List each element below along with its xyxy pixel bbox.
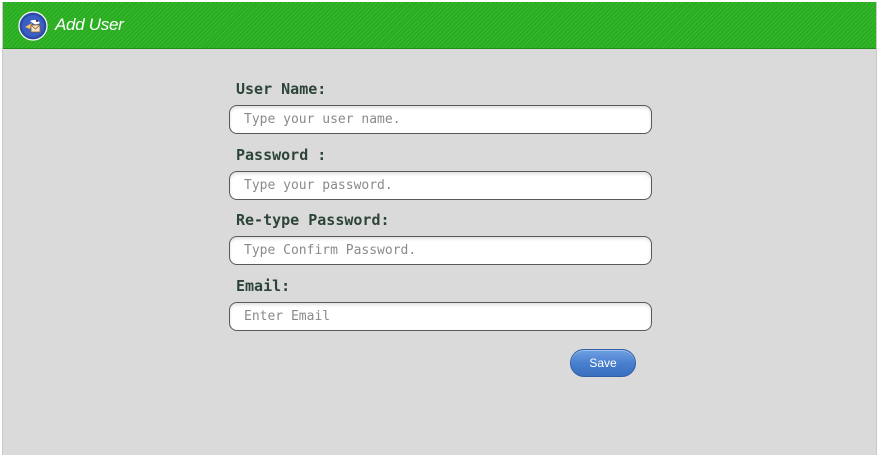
retype-password-label: Re-type Password: xyxy=(236,211,390,229)
password-input[interactable] xyxy=(229,171,652,200)
save-button[interactable]: Save xyxy=(570,349,636,377)
email-input[interactable] xyxy=(229,302,652,331)
username-input[interactable] xyxy=(229,105,652,134)
password-label: Password : xyxy=(236,146,327,164)
confirm-password-input[interactable] xyxy=(229,236,652,265)
add-user-window: Add User User Name: Password : Re-type P… xyxy=(2,2,877,455)
username-label: User Name: xyxy=(236,80,327,98)
bird-mail-icon xyxy=(18,11,48,41)
title-bar: Add User xyxy=(3,2,876,49)
window-title: Add User xyxy=(55,15,124,34)
email-label: Email: xyxy=(236,277,291,295)
